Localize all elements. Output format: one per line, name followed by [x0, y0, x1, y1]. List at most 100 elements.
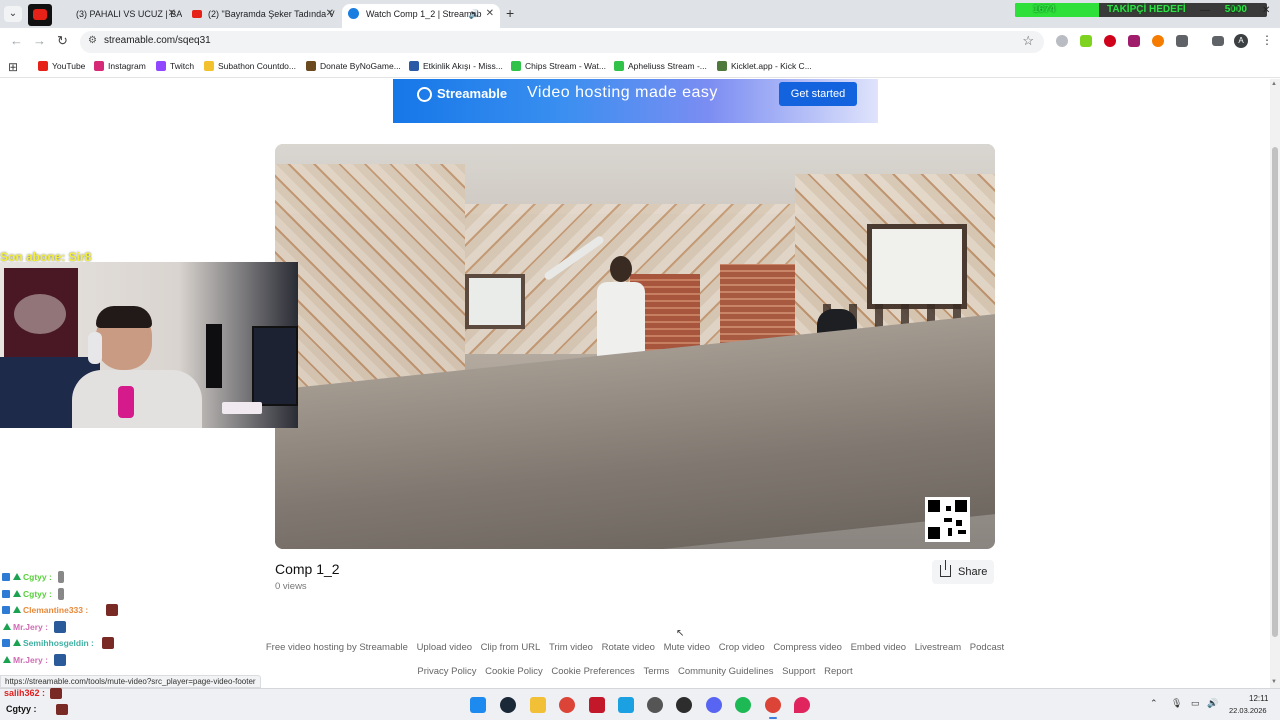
- footer-link[interactable]: Rotate video: [602, 642, 655, 653]
- footer-link[interactable]: Crop video: [719, 642, 765, 653]
- footer-link[interactable]: Community Guidelines: [678, 666, 774, 677]
- footer-link[interactable]: Support: [782, 666, 815, 677]
- twitch-icon: [156, 61, 166, 71]
- footer-link[interactable]: Upload video: [417, 642, 472, 653]
- speedtest-icon[interactable]: [589, 697, 605, 713]
- share-button[interactable]: Share: [932, 560, 994, 584]
- page-scrollbar[interactable]: ▲ ▼: [1270, 79, 1280, 688]
- maps-pin-icon[interactable]: [794, 697, 810, 713]
- clock-time[interactable]: 12:11: [1249, 694, 1268, 703]
- footer-link[interactable]: Compress video: [773, 642, 842, 653]
- obs-icon[interactable]: [676, 697, 692, 713]
- tab-close-icon[interactable]: ✕: [326, 4, 334, 24]
- chat-username: Cgtyy :: [23, 588, 52, 599]
- bookmark-star-icon[interactable]: ☆: [1022, 33, 1034, 49]
- footer-link[interactable]: Podcast: [970, 642, 1004, 653]
- microphone-tray-icon[interactable]: 🎙: [1171, 698, 1182, 709]
- bookmark-kicklet[interactable]: Kicklet.app - Kick C...: [717, 61, 812, 71]
- chat-username: Cgtyy :: [23, 572, 52, 582]
- footer-link[interactable]: Mute video: [664, 642, 710, 653]
- extensions-puzzle-icon[interactable]: [1176, 35, 1188, 47]
- scroll-down-icon[interactable]: ▼: [1271, 679, 1277, 685]
- chat-message: Mr.Jery :: [0, 652, 130, 669]
- apps-grid-icon[interactable]: ⊞: [8, 60, 18, 74]
- network-icon[interactable]: ▭: [1191, 698, 1200, 709]
- address-bar[interactable]: ⚙ streamable.com/sqeq31 ☆: [80, 31, 1044, 53]
- bookmark-bynogame[interactable]: Donate ByNoGame...: [306, 61, 401, 71]
- tray-overflow-icon[interactable]: ⌃: [1150, 698, 1158, 709]
- site-info-icon[interactable]: ⚙: [88, 35, 97, 46]
- clock-date[interactable]: 22.03.2026: [1229, 706, 1267, 715]
- footer-link[interactable]: Report: [824, 666, 853, 677]
- qr-code-icon: [925, 497, 970, 542]
- tab-search-chevron-icon[interactable]: ⌄: [4, 6, 22, 22]
- forward-button[interactable]: →: [33, 33, 46, 48]
- obs-alt-icon[interactable]: [647, 697, 663, 713]
- file-explorer-icon[interactable]: [530, 697, 546, 713]
- webcam-figure: [206, 324, 222, 388]
- footer-link[interactable]: Cookie Policy: [485, 666, 543, 677]
- tab-youtube-pahali[interactable]: (3) PAHALI VS UCUZ | BAYRAM ✕: [52, 4, 182, 28]
- profile-avatar[interactable]: A: [1234, 34, 1248, 48]
- streamable-banner[interactable]: Streamable Video hosting made easy Get s…: [393, 79, 878, 123]
- windows-start-icon[interactable]: [470, 697, 486, 713]
- bookmark-instagram[interactable]: Instagram: [94, 61, 146, 71]
- tab-youtube-bayram[interactable]: (2) "Bayramda Şeker Tadında V ✕: [184, 4, 340, 28]
- steam-icon[interactable]: [500, 697, 516, 713]
- snipping-icon[interactable]: [618, 697, 634, 713]
- banner-brand: Streamable: [437, 86, 508, 101]
- adblock-extension-icon[interactable]: [1104, 35, 1116, 47]
- chrome-icon[interactable]: [559, 697, 575, 713]
- footer-link[interactable]: Free video hosting by Streamable: [266, 642, 408, 653]
- youtube-favicon-icon: [192, 10, 202, 18]
- volume-icon[interactable]: 🔊: [1207, 698, 1218, 709]
- get-started-button[interactable]: Get started: [779, 82, 857, 106]
- footer-link[interactable]: Clip from URL: [481, 642, 541, 653]
- video-window: [465, 274, 525, 329]
- footer-links-row: Free video hosting by Streamable Upload …: [0, 642, 1270, 653]
- scrollbar-thumb[interactable]: [1272, 147, 1278, 637]
- footer-link[interactable]: Privacy Policy: [417, 666, 476, 677]
- orange-extension-icon[interactable]: [1152, 35, 1164, 47]
- maximize-button[interactable]: ☐: [1230, 5, 1239, 16]
- chat-username: Semihhosgeldin :: [23, 638, 94, 649]
- scroll-up-icon[interactable]: ▲: [1271, 81, 1277, 87]
- footer-link[interactable]: Cookie Preferences: [551, 666, 634, 677]
- tab-strip: ⌄ (3) PAHALI VS UCUZ | BAYRAM ✕ (2) "Bay…: [0, 0, 1280, 28]
- close-window-button[interactable]: ✕: [1262, 5, 1270, 16]
- bookmark-apheliuss[interactable]: Apheliuss Stream -...: [614, 61, 707, 71]
- video-player[interactable]: [275, 144, 995, 549]
- speaker-icon[interactable]: 🔊: [469, 4, 480, 24]
- bookmark-youtube[interactable]: YouTube: [38, 61, 85, 71]
- footer-link[interactable]: Livestream: [915, 642, 961, 653]
- bookmark-chips[interactable]: Chips Stream - Wat...: [511, 61, 606, 71]
- tab-streamable[interactable]: Watch Comp 1_2 | Streamab 🔊 ✕: [342, 4, 500, 28]
- tab-close-icon[interactable]: ✕: [168, 4, 176, 24]
- media-control-icon[interactable]: [1212, 36, 1224, 46]
- bookmark-twitch[interactable]: Twitch: [156, 61, 194, 71]
- verified-badge-icon: [2, 573, 10, 581]
- address-text[interactable]: streamable.com/sqeq31: [104, 35, 211, 46]
- footer-link[interactable]: Terms: [643, 666, 669, 677]
- battery-extension-icon[interactable]: [1080, 35, 1092, 47]
- chrome-active-icon[interactable]: [765, 697, 781, 713]
- bookmark-etkinlik[interactable]: Etkinlik Akışı - Miss...: [409, 61, 503, 71]
- reload-button[interactable]: ↻: [57, 33, 68, 49]
- bookmark-subathon[interactable]: Subathon Countdo...: [204, 61, 296, 71]
- shield-extension-icon[interactable]: [1056, 35, 1068, 47]
- browser-menu-icon[interactable]: ⋮: [1261, 33, 1273, 47]
- twitch-extension-icon[interactable]: [1128, 35, 1140, 47]
- headset-icon: [88, 332, 102, 364]
- moderator-badge-icon: [13, 639, 21, 647]
- video-window: [867, 224, 967, 309]
- discord-icon[interactable]: [706, 697, 722, 713]
- tab-close-icon[interactable]: ✕: [486, 4, 494, 24]
- footer-link[interactable]: Embed video: [851, 642, 906, 653]
- back-button[interactable]: ←: [10, 33, 23, 48]
- emote-icon: [50, 688, 62, 699]
- spotify-icon[interactable]: [735, 697, 751, 713]
- new-tab-button[interactable]: +: [506, 5, 514, 21]
- minimize-button[interactable]: —: [1200, 5, 1210, 16]
- footer-link[interactable]: Trim video: [549, 642, 593, 653]
- chat-message: Semihhosgeldin :: [0, 635, 130, 652]
